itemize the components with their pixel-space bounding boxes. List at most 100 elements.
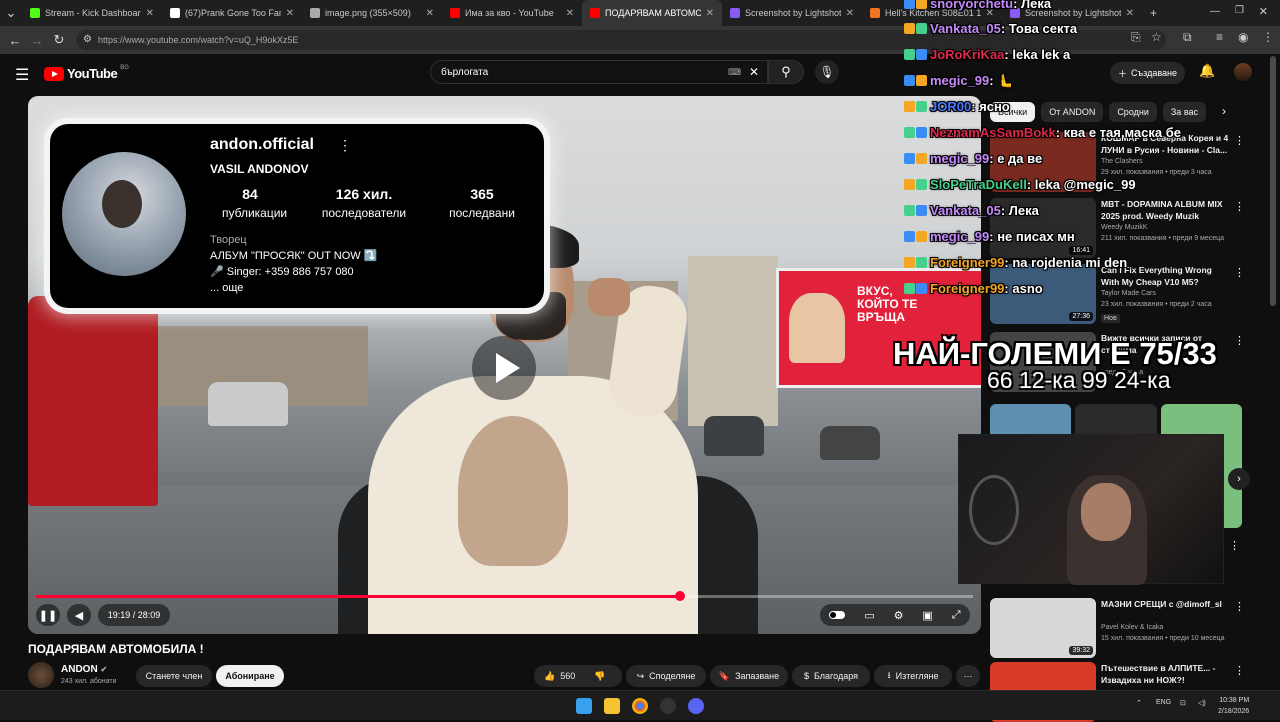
chat-message: Vankata_05: Това секта: [904, 21, 1077, 36]
discord-icon[interactable]: [688, 698, 704, 714]
tab-close-icon[interactable]: ✕: [706, 8, 714, 19]
recommended-title[interactable]: Пътешествие в АЛПИТЕ... - Извадиха ни НО…: [1101, 662, 1231, 686]
browser-tab[interactable]: ПОДАРЯВАМ АВТОМОБ ✕: [582, 0, 722, 26]
windows-start-icon[interactable]: [576, 698, 592, 714]
video-player[interactable]: ВКУС, КОЙТО ТЕ ВРЪЩА andon.official ⋮ VA…: [28, 96, 981, 634]
thanks-button[interactable]: $ Благодаря: [792, 665, 870, 687]
download-label: Изтегляне: [895, 671, 939, 681]
like-icon[interactable]: 👍: [544, 671, 555, 682]
save-button[interactable]: 🔖 Запазване: [710, 665, 788, 687]
tab-close-icon[interactable]: ✕: [846, 8, 854, 19]
browser-tab[interactable]: Stream - Kick Dashboard ✕: [22, 0, 162, 26]
recommended-video[interactable]: 39:32 МАЗНИ СРЕЩИ с @dimoff_sl Pavel Kolev…: [990, 598, 1250, 658]
settings-gear-icon[interactable]: ⚙: [894, 609, 904, 622]
download-button[interactable]: ⭳ Изтегляне: [874, 665, 952, 687]
more-options-icon[interactable]: ⋮: [1234, 664, 1245, 677]
bookmark-star-icon[interactable]: ☆: [1151, 30, 1162, 44]
tab-close-icon[interactable]: ✕: [286, 8, 294, 19]
restore-icon[interactable]: ❐: [1235, 5, 1244, 16]
create-button[interactable]: ＋ Създаване: [1110, 62, 1185, 84]
recommended-channel[interactable]: Taylor Made Cars: [1101, 290, 1156, 297]
minimize-icon[interactable]: —: [1210, 6, 1220, 17]
more-options-icon[interactable]: ⋮: [1234, 134, 1245, 147]
filter-chip[interactable]: От ANDON: [1041, 102, 1104, 122]
more-actions-button[interactable]: ⋯: [956, 665, 980, 687]
channel-avatar[interactable]: [28, 662, 54, 688]
media-icon[interactable]: ≡: [1216, 30, 1223, 44]
channel-name[interactable]: ANDON ✔: [61, 664, 107, 675]
reload-icon[interactable]: ↻: [48, 32, 70, 48]
volume-tray-icon[interactable]: ◁): [1198, 699, 1206, 707]
tab-close-icon[interactable]: ✕: [1126, 8, 1134, 19]
profile-icon[interactable]: ◉: [1238, 30, 1248, 44]
network-icon[interactable]: ⊡: [1180, 699, 1186, 707]
menu-icon[interactable]: ☰: [15, 65, 29, 85]
search-input[interactable]: бърлогата ⌨ ✕: [430, 60, 768, 84]
tab-favicon-icon: [310, 8, 320, 18]
page-scrollbar[interactable]: [1270, 56, 1276, 306]
more-options-icon[interactable]: ⋮: [1234, 600, 1245, 613]
tab-close-icon[interactable]: ✕: [426, 8, 434, 19]
filter-chip[interactable]: За вас: [1162, 102, 1207, 122]
system-clock[interactable]: 10:38 PM 2/18/2026: [1218, 695, 1249, 717]
browser-tab[interactable]: image.png (355×509) ✕: [302, 0, 442, 26]
dislike-icon[interactable]: 👎: [594, 671, 605, 682]
browser-tab[interactable]: (67)Prank Gone Too Far in Fo ✕: [162, 0, 302, 26]
like-count[interactable]: 560: [560, 671, 575, 681]
recommended-channel[interactable]: The Clashers: [1101, 158, 1143, 165]
voice-search-button[interactable]: 🎙: [815, 60, 839, 84]
obs-icon[interactable]: [660, 698, 676, 714]
tray-expand-icon[interactable]: ⌃: [1136, 699, 1142, 707]
tab-close-icon[interactable]: ✕: [146, 8, 154, 19]
browser-tab[interactable]: Има за кво - YouTube ✕: [442, 0, 582, 26]
account-avatar[interactable]: [1234, 63, 1252, 81]
chrome-icon[interactable]: [632, 698, 648, 714]
browser-menu-icon[interactable]: ⋮: [1262, 30, 1274, 44]
shorts-more-icon[interactable]: ⋮: [1229, 539, 1240, 552]
fullscreen-icon[interactable]: ⤢: [952, 609, 961, 622]
recommended-channel[interactable]: Pavel Kolev & Icaka: [1101, 624, 1163, 631]
progress-scrubber[interactable]: [674, 591, 685, 601]
filter-chip[interactable]: Сродни: [1109, 102, 1157, 122]
clear-search-icon[interactable]: ✕: [749, 65, 759, 79]
chat-message: Vankata_05: Лека: [904, 203, 1039, 218]
big-play-button[interactable]: [472, 336, 536, 400]
more-options-icon[interactable]: ⋮: [1234, 334, 1245, 347]
autoplay-toggle[interactable]: [829, 611, 846, 619]
back-icon[interactable]: ←: [4, 33, 26, 48]
miniplayer-icon[interactable]: ▣: [922, 609, 932, 622]
youtube-logo[interactable]: YouTube BG: [44, 65, 129, 81]
forward-icon[interactable]: →: [26, 33, 48, 48]
browser-tab[interactable]: Screenshot by Lightshot ✕: [722, 0, 862, 26]
file-explorer-icon[interactable]: [604, 698, 620, 714]
bio-line: 🎤 Singer: +359 886 757 080: [210, 266, 354, 278]
keyboard-icon[interactable]: ⌨: [728, 67, 741, 78]
tab-close-icon[interactable]: ✕: [566, 8, 574, 19]
recommended-title[interactable]: МАЗНИ СРЕЩИ с @dimoff_sl: [1101, 598, 1231, 610]
close-window-icon[interactable]: ✕: [1259, 5, 1268, 18]
new-tab-button[interactable]: +: [1150, 6, 1157, 20]
search-button[interactable]: ⚲: [768, 60, 804, 84]
notifications-bell-icon[interactable]: 🔔: [1199, 63, 1215, 79]
stream-overlay-subtitle: 66 12-ка 99 24-ка: [987, 367, 1171, 393]
share-button[interactable]: ↪ Споделяне: [626, 665, 706, 687]
volume-button[interactable]: ◀: [67, 604, 91, 626]
input-language[interactable]: ENG: [1156, 699, 1171, 706]
badge-icon: [916, 153, 927, 164]
more-options-icon[interactable]: ⋮: [1234, 200, 1245, 213]
recommended-title[interactable]: MBT - DOPAMINA ALBUM MIX 2025 prod. Weed…: [1101, 198, 1231, 222]
video-thumbnail[interactable]: 39:32: [990, 598, 1096, 658]
join-button[interactable]: Станете член: [136, 665, 212, 687]
subscribe-button[interactable]: Абониране: [216, 665, 284, 687]
pause-button[interactable]: ❚❚: [36, 604, 60, 626]
tab-search-icon[interactable]: ⌄: [0, 5, 22, 21]
extensions-icon[interactable]: ⧉: [1183, 30, 1192, 45]
more-options-icon[interactable]: ⋮: [1234, 266, 1245, 279]
subtitles-icon[interactable]: ▭: [864, 609, 874, 622]
recommended-channel[interactable]: Weedy MuzikK: [1101, 224, 1148, 231]
chat-message: NeznamAsSamBokk: ква е тая маска бе: [904, 125, 1181, 140]
site-info-icon[interactable]: ⚙: [83, 34, 92, 45]
cast-icon[interactable]: ⎘: [1131, 30, 1141, 45]
shorts-next-button[interactable]: ›: [1228, 468, 1250, 490]
chips-next-icon[interactable]: ›: [1222, 104, 1226, 118]
